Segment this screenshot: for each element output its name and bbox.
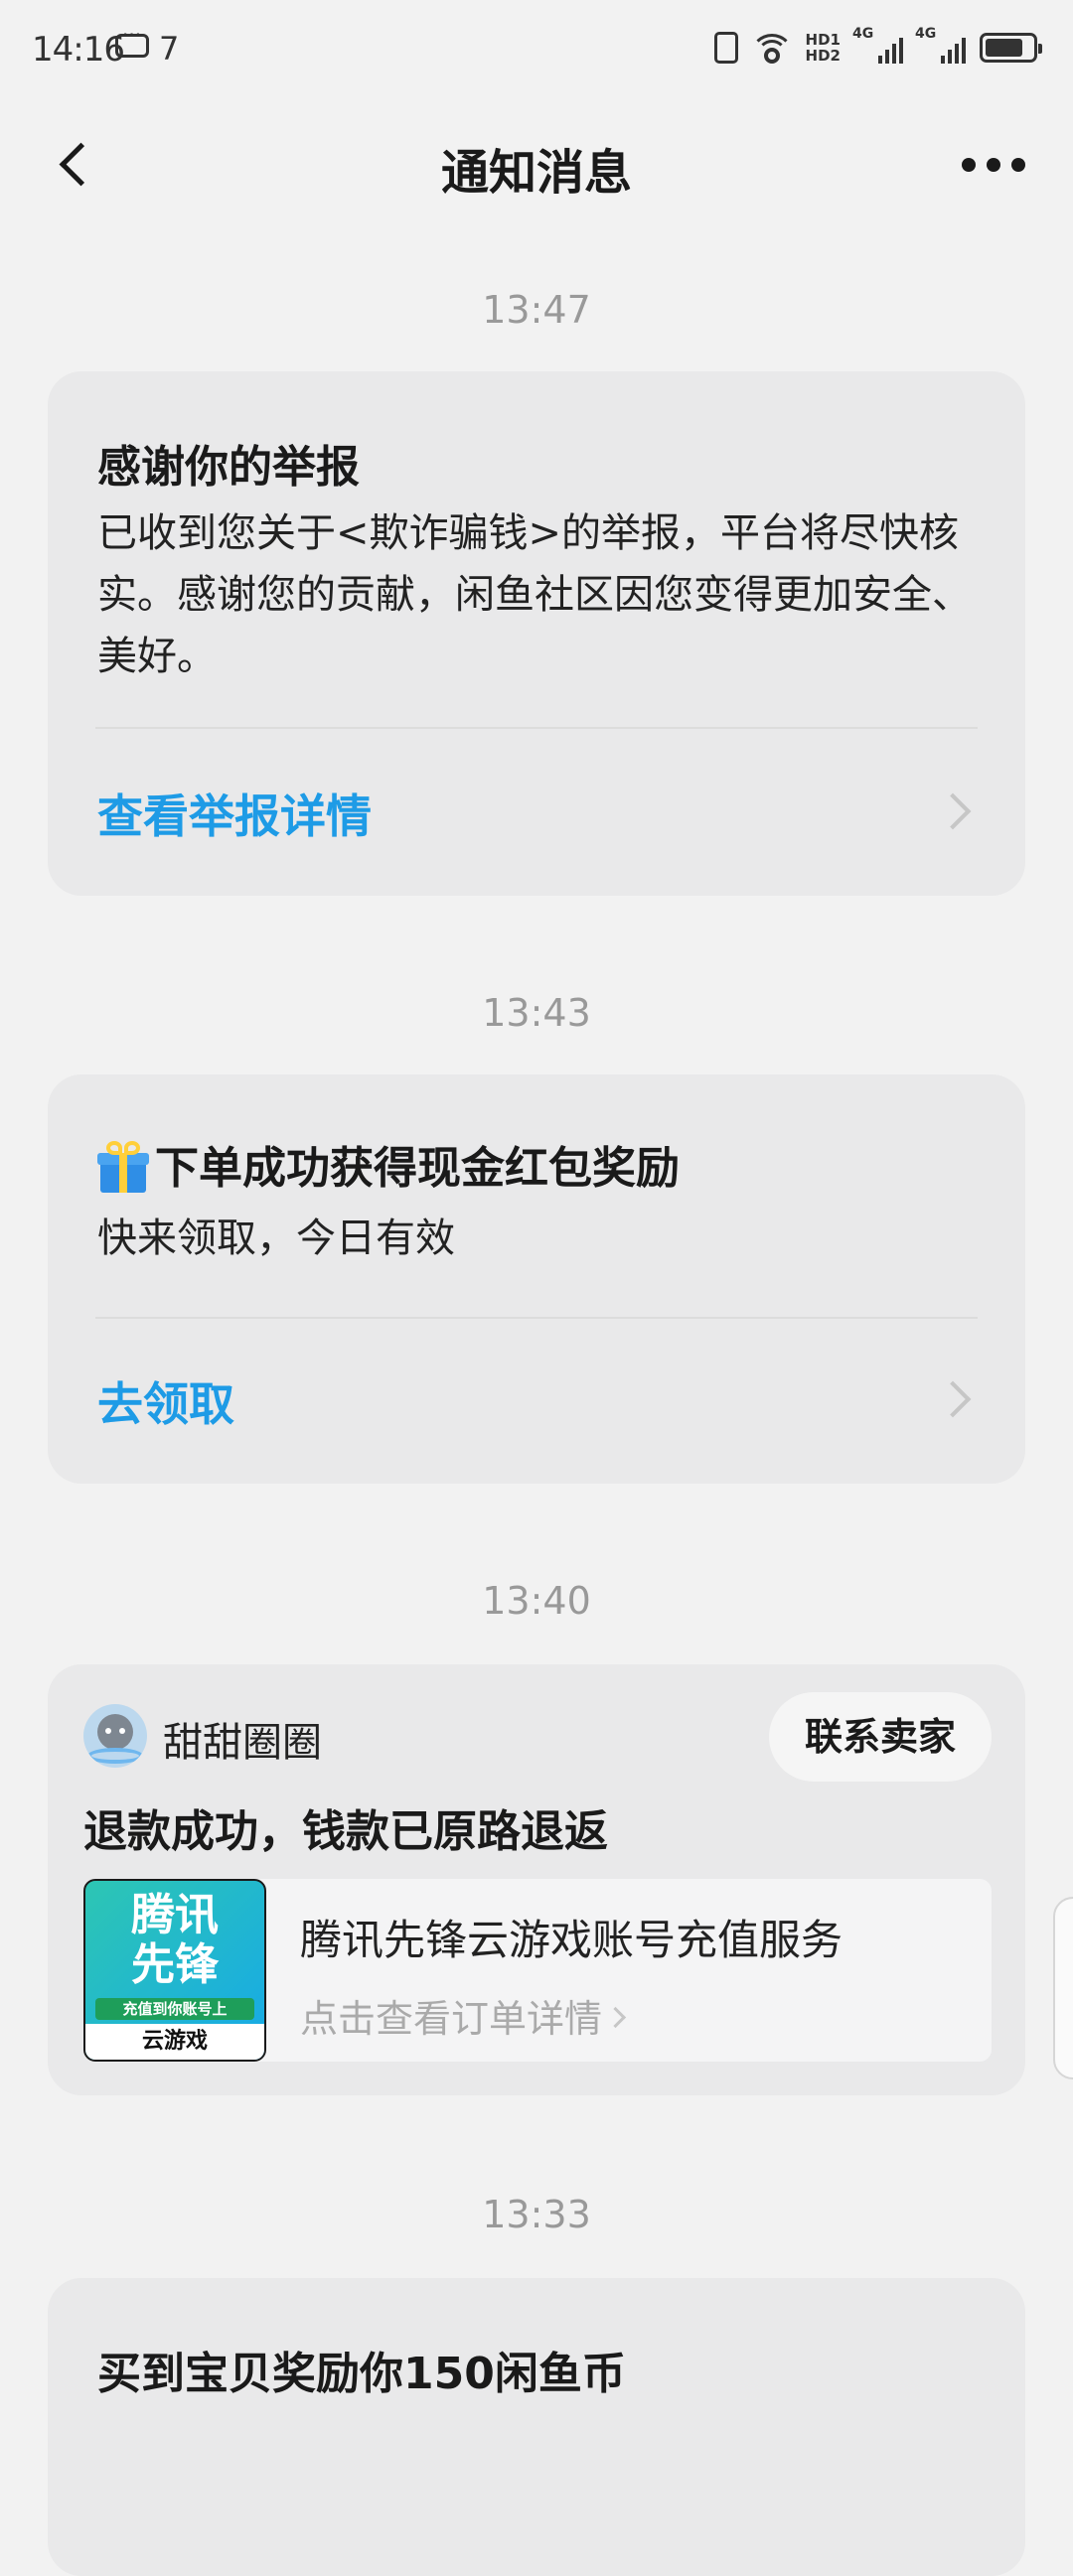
product-thumbnail: 腾讯先锋 充值到你账号上 云游戏: [83, 1879, 266, 2062]
view-order-details-text: 点击查看订单详情: [300, 1997, 603, 2041]
hd-indicator: HD1 HD2: [806, 32, 841, 64]
signal-icon-1: 4G: [852, 26, 903, 64]
hd2-label: HD2: [805, 47, 841, 65]
card-body: 已收到您关于<欺诈骗钱>的举报，平台将尽快核实。感谢您的贡献，闲鱼社区因您变得更…: [97, 510, 972, 679]
message-timestamp: 13:43: [482, 991, 591, 1035]
chevron-right-icon[interactable]: [934, 792, 972, 830]
nav-bar: 通知消息: [0, 109, 1073, 218]
battery-icon: [980, 33, 1042, 63]
message-notification-icon: [115, 23, 149, 58]
seller-name[interactable]: 甜甜圈圈: [163, 1710, 322, 1768]
thumbnail-footer: 云游戏: [85, 2024, 264, 2060]
card-title: 退款成功，钱款已原路退返: [83, 1806, 608, 1857]
status-bar: 14:16 7 HD1 HD2 4G 4G: [0, 0, 1073, 99]
view-report-details-link[interactable]: 查看举报详情: [97, 781, 372, 846]
network-label-2: 4G: [915, 26, 937, 42]
card-title-text: 下单成功获得现金红包奖励: [155, 1143, 680, 1194]
card-divider: [95, 727, 978, 729]
card-title: 感谢你的举报: [97, 442, 360, 493]
card-title: 买到宝贝奖励你150闲鱼币: [97, 2349, 626, 2399]
more-options-icon[interactable]: [962, 153, 1025, 177]
chevron-right-icon: [604, 2006, 627, 2029]
signal-icon-2: 4G: [915, 26, 966, 64]
report-notification-card: 感谢你的举报 已收到您关于<欺诈骗钱>的举报，平台将尽快核实。感谢您的贡献，闲鱼…: [48, 371, 1025, 896]
message-timestamp: 13:47: [482, 288, 591, 332]
product-title: 腾讯先锋云游戏账号充值服务: [300, 1916, 843, 1964]
thumbnail-title: 腾讯先锋: [131, 1890, 219, 1990]
refund-card[interactable]: 甜甜圈圈 联系卖家 退款成功，钱款已原路退返 腾讯先锋 充值到你账号上 云游戏 …: [48, 1664, 1025, 2095]
card-body: 快来领取，今日有效: [97, 1216, 455, 1261]
page-title: 通知消息: [440, 145, 632, 201]
status-time: 14:16: [32, 30, 125, 70]
floating-edge-tab[interactable]: [1053, 1897, 1073, 2079]
hd1-label: HD1: [805, 31, 841, 49]
chevron-right-icon[interactable]: [934, 1380, 972, 1418]
coin-reward-card: 买到宝贝奖励你150闲鱼币: [48, 2278, 1025, 2576]
thumbnail-band: 充值到你账号上: [95, 1998, 254, 2020]
red-packet-card: 下单成功获得现金红包奖励 快来领取，今日有效 去领取: [48, 1074, 1025, 1484]
card-divider: [95, 1317, 978, 1319]
card-title: 下单成功获得现金红包奖励: [97, 1132, 680, 1197]
wifi-icon: [749, 32, 794, 64]
claim-reward-link[interactable]: 去领取: [97, 1368, 234, 1434]
contact-seller-button[interactable]: 联系卖家: [768, 1692, 992, 1782]
message-timestamp: 13:33: [482, 2193, 591, 2236]
vibrate-icon: [713, 32, 738, 64]
status-icons: HD1 HD2 4G 4G: [713, 26, 1042, 68]
view-order-details-link[interactable]: 点击查看订单详情: [300, 1988, 627, 2043]
seller-avatar[interactable]: [83, 1704, 147, 1768]
order-product-row[interactable]: 腾讯先锋 充值到你账号上 云游戏 腾讯先锋云游戏账号充值服务 点击查看订单详情: [83, 1879, 992, 2062]
battery-fill: [986, 39, 1022, 57]
notification-count: 7: [159, 30, 180, 68]
gift-icon: [97, 1141, 149, 1193]
message-timestamp: 13:40: [482, 1579, 591, 1623]
network-label-1: 4G: [852, 26, 874, 42]
